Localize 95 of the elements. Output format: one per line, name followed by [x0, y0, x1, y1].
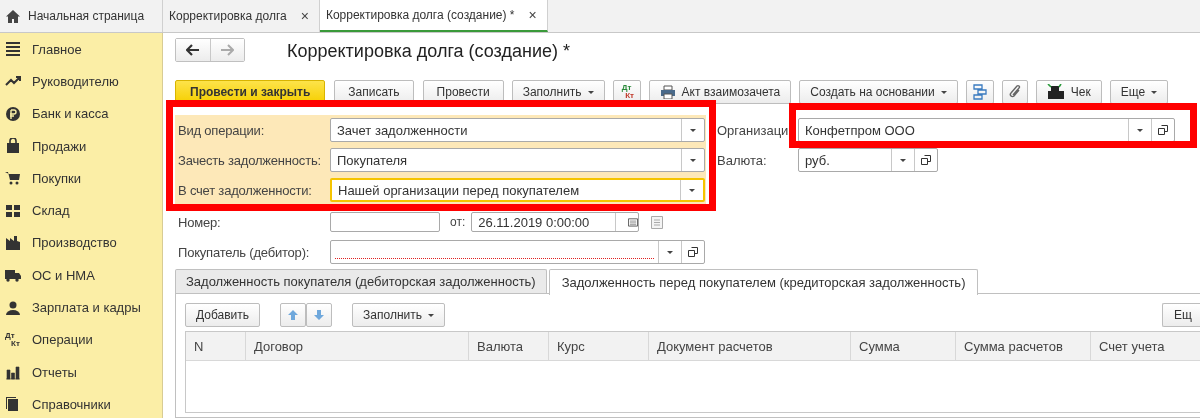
dropdown-field[interactable]: Покупателя [330, 148, 705, 172]
field-label: от: [450, 215, 466, 229]
dropdown-field[interactable]: Нашей организации перед покупателем [330, 178, 705, 202]
sidebar-item[interactable]: Главное [0, 33, 162, 66]
tab[interactable]: Начальная страница [0, 0, 163, 32]
truck-icon [5, 267, 21, 284]
sidebar-item[interactable]: Зарплата и кадры [0, 291, 162, 324]
debit-credit-icon: Дт Кт [5, 331, 21, 348]
paperclip-icon [1007, 84, 1022, 100]
field-label: Вид операции: [178, 122, 266, 138]
dropdown-field[interactable]: Конфетпром ООО [798, 118, 1175, 142]
input-field[interactable] [330, 240, 705, 264]
caret-icon [1137, 128, 1143, 132]
sidebar-item[interactable]: Справочники [0, 388, 162, 418]
factory-icon [5, 234, 21, 251]
tab[interactable]: Задолженность перед покупателем (кредиторская задолженность) [548, 269, 979, 295]
grid-icon [5, 202, 21, 219]
dropdown-button[interactable]: Создать на основании [799, 80, 958, 104]
sidebar-item[interactable]: ОС и НМА [0, 259, 162, 292]
number-field[interactable] [330, 212, 440, 232]
sidebar-item[interactable]: Банк и касса [0, 97, 162, 130]
dropdown-button[interactable]: Еще [1109, 80, 1169, 104]
print-button[interactable]: Акт взаимозачета [648, 80, 792, 104]
tab[interactable]: Корректировка долга × [163, 0, 320, 32]
menu-icon [5, 41, 21, 58]
column-header[interactable]: Сумма расчетов [956, 332, 1091, 360]
column-header[interactable]: Счет учета [1091, 332, 1200, 360]
caret-icon [690, 158, 696, 162]
field-label: В счет задолженности: [178, 182, 313, 198]
move-down-button[interactable] [306, 303, 333, 327]
column-header[interactable]: Курс [549, 332, 649, 360]
sidebar-item[interactable]: Руководителю [0, 65, 162, 98]
caret-icon [1151, 90, 1158, 94]
tab[interactable]: Задолженность покупателя (дебиторская задолженность) [175, 269, 547, 293]
bar-chart-icon [5, 364, 21, 381]
sidebar-item[interactable]: Отчеты [0, 355, 162, 389]
column-header[interactable]: Договор [246, 332, 469, 360]
caret-icon [940, 90, 947, 94]
column-header[interactable]: Документ расчетов [649, 332, 851, 360]
close-button[interactable]: × [300, 8, 309, 24]
caret-icon [690, 128, 696, 132]
column-header[interactable]: Сумма [851, 332, 956, 360]
up-arrow-icon [287, 309, 300, 321]
down-arrow-icon [313, 309, 326, 321]
caret-icon [689, 188, 695, 192]
tab-label: Начальная страница [28, 9, 145, 23]
sidebar-item[interactable]: Покупки [0, 162, 162, 195]
dropdown-button[interactable]: Заполнить [352, 303, 445, 327]
hierarchy-icon [971, 84, 988, 100]
tab[interactable]: Корректировка долга (создание) * × [319, 0, 548, 32]
close-button[interactable]: × [528, 7, 537, 23]
cart-icon [5, 170, 21, 187]
open-form-icon [921, 155, 931, 165]
field-label: Покупатель (дебитор): [178, 244, 311, 260]
move-up-button[interactable] [280, 303, 307, 327]
field-label: Зачесть задолженность: [178, 152, 322, 168]
form-title: Корректировка долга (создание) * [287, 40, 570, 62]
date-field[interactable]: 26.11.2019 0:00:00 [471, 212, 640, 232]
ruble-icon [5, 105, 21, 122]
structure-button[interactable] [965, 80, 994, 104]
document-icon [651, 215, 664, 229]
books-icon [5, 396, 21, 413]
field-label: Номер: [178, 214, 222, 230]
right-arrow-icon [220, 44, 235, 56]
left-arrow-icon [185, 44, 200, 56]
person-icon [5, 299, 21, 316]
add-button[interactable]: Добавить [185, 303, 261, 327]
dropdown-field[interactable]: руб. [798, 148, 938, 172]
column-header[interactable]: Валюта [469, 332, 549, 360]
caret-icon [587, 90, 594, 94]
bag-icon [5, 138, 21, 155]
field-label: Валюта: [717, 152, 768, 168]
receipt-button[interactable]: Чек [1035, 80, 1102, 104]
debit-credit-icon: Дт Кт [618, 84, 635, 100]
sidebar-item[interactable]: Склад [0, 194, 162, 227]
cash-register-icon [1046, 84, 1065, 100]
more-button[interactable]: Ещ [1162, 303, 1200, 327]
caret-icon [900, 158, 906, 162]
sidebar-item[interactable]: Продажи [0, 129, 162, 163]
tab-label: Корректировка долга [169, 9, 287, 23]
attach-button[interactable] [1001, 80, 1028, 104]
printer-icon [659, 85, 676, 99]
back-button[interactable] [176, 39, 210, 61]
sidebar-item[interactable]: Производство [0, 226, 162, 260]
calendar-icon [628, 217, 639, 227]
tab-label: Корректировка долга (создание) * [325, 8, 515, 22]
home-icon [6, 9, 20, 23]
dropdown-field[interactable]: Зачет задолженности [330, 118, 705, 142]
open-form-icon [688, 247, 698, 257]
open-form-icon [1158, 125, 1168, 135]
field-label: Организаци [717, 122, 790, 138]
column-header[interactable]: N [186, 332, 246, 360]
caret-icon [667, 250, 673, 254]
sidebar-item[interactable]: Дт Кт Операции [0, 323, 162, 356]
caret-icon [427, 313, 434, 317]
